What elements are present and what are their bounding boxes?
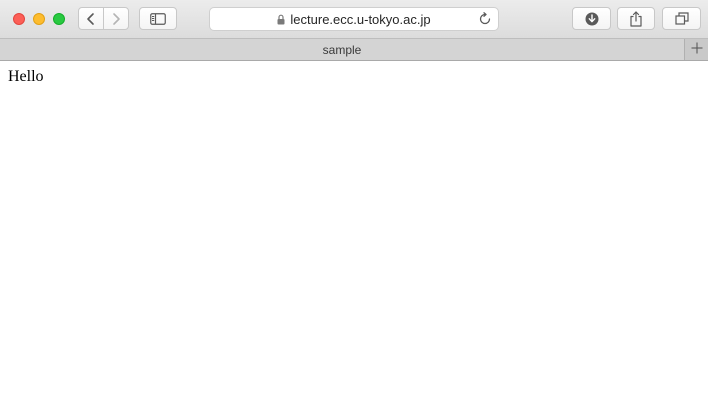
show-all-tabs-button[interactable]	[662, 7, 701, 30]
tab-bar: sample	[0, 38, 708, 61]
close-window-button[interactable]	[13, 13, 25, 25]
forward-button[interactable]	[103, 7, 129, 30]
tab-title: sample	[322, 42, 362, 57]
lock-icon	[277, 14, 285, 25]
minimize-window-button[interactable]	[33, 13, 45, 25]
address-bar[interactable]: lecture.ecc.u-tokyo.ac.jp	[209, 7, 499, 31]
browser-toolbar: lecture.ecc.u-tokyo.ac.jp	[0, 0, 708, 38]
sidebar-icon	[150, 12, 166, 25]
zoom-window-button[interactable]	[53, 13, 65, 25]
reload-icon[interactable]	[478, 12, 492, 26]
new-tab-button[interactable]	[684, 39, 708, 60]
tabs-overview-icon	[674, 12, 689, 25]
back-button[interactable]	[78, 7, 104, 30]
page-text: Hello	[8, 68, 44, 85]
url-text: lecture.ecc.u-tokyo.ac.jp	[290, 11, 431, 27]
chevron-right-icon	[111, 12, 121, 26]
show-sidebar-button[interactable]	[139, 7, 177, 30]
share-button[interactable]	[617, 7, 655, 30]
page-content: Hello	[0, 61, 708, 420]
tab-sample[interactable]: sample	[0, 39, 684, 60]
share-icon	[629, 10, 643, 27]
address-bar-content: lecture.ecc.u-tokyo.ac.jp	[210, 8, 498, 30]
download-icon	[585, 12, 599, 26]
browser-window: lecture.ecc.u-tokyo.ac.jp sample Hello	[0, 0, 708, 420]
chevron-left-icon	[86, 12, 96, 26]
plus-icon	[691, 41, 703, 59]
downloads-button[interactable]	[572, 7, 611, 30]
